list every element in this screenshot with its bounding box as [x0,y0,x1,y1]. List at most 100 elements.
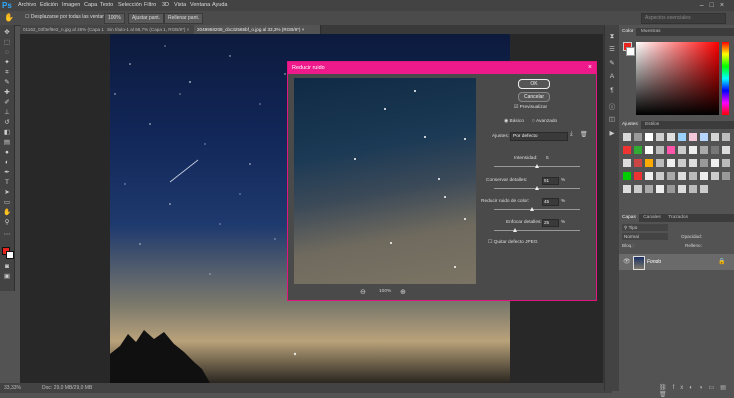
adjustment-icon[interactable] [711,172,719,180]
doc-tab-2[interactable]: Sin título-1 al 66,7% (Capa 1, RGB/8*) × [104,25,197,34]
color-noise-slider[interactable] [494,209,580,210]
menu-edicion[interactable]: Edición [40,0,58,11]
visibility-eye-icon[interactable]: 👁 [623,258,631,265]
layer-comps-icon[interactable]: ◫ [607,115,617,123]
close-icon[interactable]: × [588,62,592,74]
adjustment-icon[interactable] [678,185,686,193]
more-tools-icon[interactable]: ⋯ [2,231,12,239]
sharpen-slider-knob[interactable] [513,228,517,232]
ok-button[interactable]: OK [518,79,550,89]
adjustment-icon[interactable] [667,185,675,193]
tab-paths[interactable]: Trazados [665,214,691,222]
adjustment-icon[interactable] [689,133,697,141]
adjustment-icon[interactable] [623,159,631,167]
crop-tool-icon[interactable]: ⌗ [2,69,12,77]
history-brush-icon[interactable]: ↺ [2,119,12,127]
tab-adjustments[interactable]: Ajustes [619,121,641,129]
strength-value[interactable]: 5 [546,156,549,161]
layer-kind-filter[interactable]: ⚲ Tipo [622,224,668,231]
tab-swatches[interactable]: Muestras [638,28,664,36]
adjustment-icon[interactable] [656,185,664,193]
adjustment-icon[interactable] [722,133,730,141]
cancel-button[interactable]: Cancelar [518,92,550,102]
shape-tool-icon[interactable]: ▭ [2,199,12,207]
settings-select[interactable]: Por defecto [510,132,568,141]
menu-texto[interactable]: Texto [100,0,113,11]
marquee-tool-icon[interactable]: ⬚ [2,39,12,47]
adjustment-icon[interactable] [656,146,664,154]
adjustment-icon[interactable] [678,146,686,154]
adjustment-icon[interactable] [656,159,664,167]
paragraph-icon[interactable]: ¶ [607,87,617,94]
adjustment-icon[interactable] [700,133,708,141]
actions-icon[interactable]: ▶ [607,129,617,137]
adjustment-icon[interactable] [645,133,653,141]
adjustment-icon[interactable] [645,185,653,193]
scroll-all-checkbox[interactable]: ☐ Desplazarse por todas las ventanas [22,13,113,22]
adjustment-icon[interactable] [711,159,719,167]
menu-seleccion[interactable]: Selección [118,0,142,11]
menu-imagen[interactable]: Imagen [62,0,80,11]
gradient-tool-icon[interactable]: ▤ [2,139,12,147]
move-tool-icon[interactable]: ✥ [2,29,12,37]
adjustment-icon[interactable] [678,172,686,180]
doc-tab-3[interactable]: 2049958208_cbc32565bf_o.jpg al 33,3% (RG… [194,25,321,34]
adjustment-icon[interactable] [678,159,686,167]
adjustment-icon[interactable] [623,185,631,193]
adjustment-icon[interactable] [656,133,664,141]
adjustment-icon[interactable] [667,146,675,154]
filter-preview[interactable] [294,78,476,284]
background-color-swatch[interactable] [6,251,14,259]
dodge-tool-icon[interactable]: ◐ [2,159,12,167]
menu-3d[interactable]: 3D [162,0,169,11]
adjustment-icon[interactable] [711,133,719,141]
menu-ventana[interactable]: Ventana [190,0,210,11]
preview-checkbox[interactable]: ☑ Previsualizar [514,105,547,110]
adjustment-icon[interactable] [689,172,697,180]
hand-icon[interactable]: ✋ [4,13,14,22]
sharpen-input[interactable]: 25 [542,219,559,227]
adjustment-icon[interactable] [722,172,730,180]
adjustment-icon[interactable] [700,146,708,154]
close-icon[interactable]: × [720,2,730,9]
history-icon[interactable]: ⧗ [607,33,617,41]
brush-tool-icon[interactable]: ✐ [2,99,12,107]
doc-tab-1[interactable]: 01162_03f3ef9e2_n.jpg al 25% (Capa 1, RG… [20,25,107,34]
jpeg-artifact-checkbox[interactable]: ☐ Quitar defecto JPEG [488,240,538,245]
sharpen-slider[interactable] [494,230,580,231]
eraser-tool-icon[interactable]: ◧ [2,129,12,137]
adjustment-icon[interactable] [667,172,675,180]
adjustment-icon[interactable] [634,172,642,180]
tab-layers[interactable]: Capas [619,214,639,222]
properties-icon[interactable]: ☰ [607,45,617,53]
strength-slider-knob[interactable] [534,164,539,168]
blend-mode-select[interactable]: Normal [622,233,668,240]
adjustment-icon[interactable] [623,172,631,180]
adjustment-icon[interactable] [678,133,686,141]
lasso-tool-icon[interactable]: ◌ [2,49,12,57]
adjustment-icon[interactable] [689,185,697,193]
fill-screen-button[interactable]: Rellenar pant. [164,13,204,24]
adjustment-icon[interactable] [634,146,642,154]
adjustment-icon[interactable] [722,159,730,167]
blur-tool-icon[interactable]: ● [2,149,12,157]
adjustment-icon[interactable] [711,146,719,154]
basic-mode-radio[interactable]: ◉ Básico [504,119,524,124]
maximize-icon[interactable]: □ [710,2,720,9]
tab-color[interactable]: Color [619,28,637,36]
adjustment-icon[interactable] [689,146,697,154]
adjustment-icon[interactable] [689,159,697,167]
menu-ayuda[interactable]: Ayuda [212,0,228,11]
zoom-out-icon[interactable]: ⊖ [360,288,366,296]
adjustment-icon[interactable] [700,159,708,167]
adjustment-icon[interactable] [667,159,675,167]
adjustment-icon[interactable] [700,185,708,193]
menu-filtro[interactable]: Filtro [144,0,156,11]
healing-brush-icon[interactable]: ✚ [2,89,12,97]
menu-vista[interactable]: Vista [174,0,186,11]
adjustment-icon[interactable] [634,133,642,141]
pen-tool-icon[interactable]: ✒ [2,169,12,177]
adjustment-icon[interactable] [645,146,653,154]
delete-settings-icon[interactable]: 🗑 [580,131,588,138]
fit-screen-button[interactable]: Ajustar pant. [128,13,165,24]
